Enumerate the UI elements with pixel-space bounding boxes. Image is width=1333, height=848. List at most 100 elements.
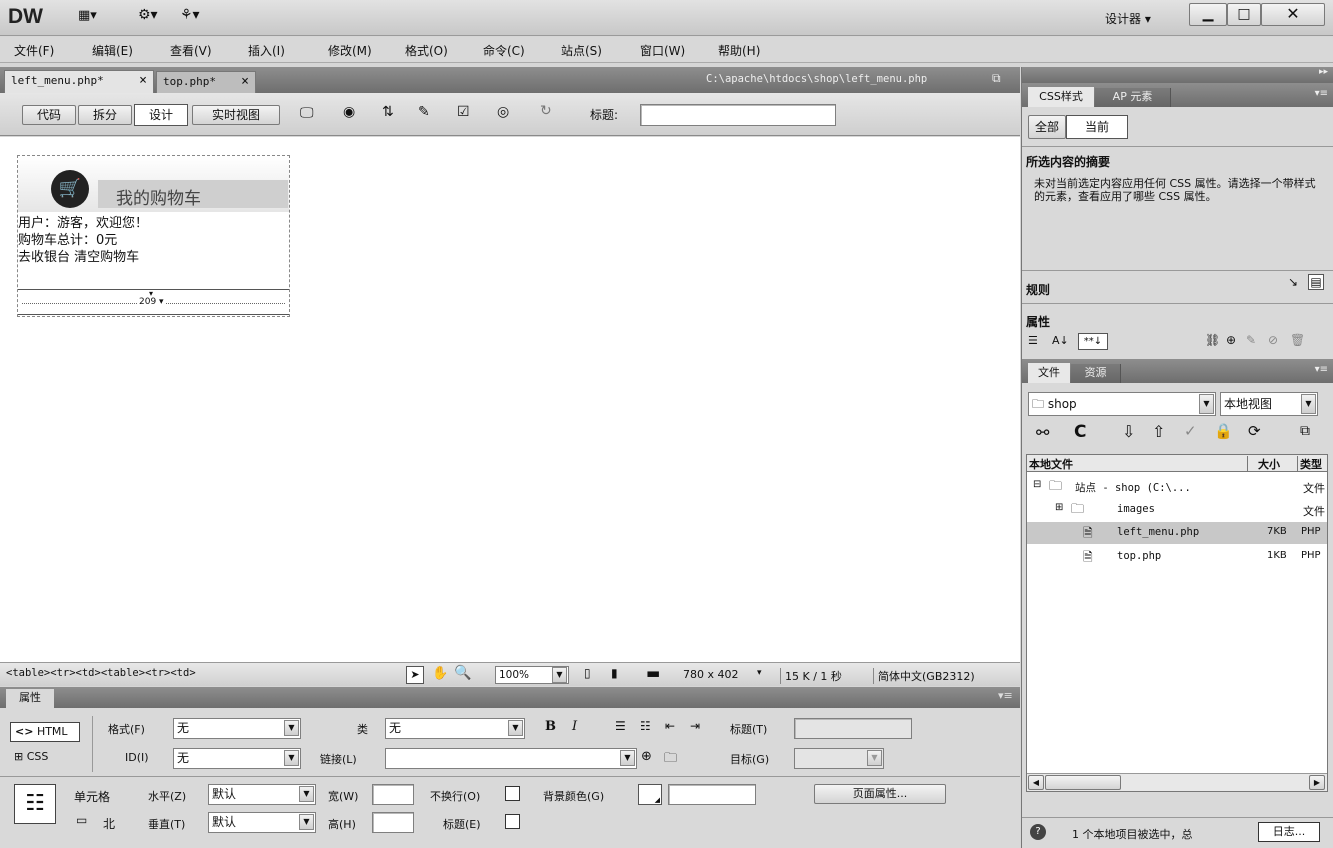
attach-style-icon[interactable]: ⛓ xyxy=(1205,333,1220,347)
tablet-size-icon[interactable]: ▮ xyxy=(611,666,618,680)
set-props-icon[interactable]: **↓ xyxy=(1078,333,1108,350)
file-management-icon[interactable]: ⇅ xyxy=(382,104,394,120)
extend-menu-icon[interactable]: ⚙▾ xyxy=(138,7,158,23)
log-button[interactable]: 日志... xyxy=(1258,822,1320,842)
html-mode-button[interactable]: <> HTML xyxy=(10,722,80,742)
table-width-label[interactable]: 209 ▾ xyxy=(137,297,166,307)
target-select[interactable]: ▼ xyxy=(794,748,884,769)
nowrap-checkbox[interactable] xyxy=(505,786,520,801)
help-icon[interactable]: ? xyxy=(1030,824,1046,840)
view-code-button[interactable]: 代码 xyxy=(22,105,76,125)
italic-button[interactable]: I xyxy=(572,719,577,734)
validate-icon[interactable]: ☑ xyxy=(457,104,470,120)
show-cascade-icon[interactable]: ▤ xyxy=(1308,274,1324,290)
edit-rule-icon[interactable]: ✎ xyxy=(1246,333,1256,347)
collapse-tree-icon[interactable]: ⊟ xyxy=(1033,479,1041,490)
expand-tree-icon[interactable]: ⊞ xyxy=(1055,502,1063,513)
col-local-files[interactable]: 本地文件 xyxy=(1029,456,1073,472)
visual-aids-icon[interactable]: ✎ xyxy=(418,104,430,120)
menu-view[interactable]: 查看(V) xyxy=(170,42,212,59)
width-input[interactable] xyxy=(372,784,414,805)
disable-icon[interactable]: ⊘ xyxy=(1268,333,1278,347)
scroll-right-icon[interactable]: ▶ xyxy=(1309,775,1325,790)
sync-icon[interactable]: ⟳ xyxy=(1248,422,1261,440)
cart-actions-line[interactable]: 去收银台 清空购物车 xyxy=(18,250,139,266)
design-canvas[interactable]: 🛒 我的购物车 用户：游客，欢迎您！ 购物车总计：0元 去收银台 清空购物车 ▾… xyxy=(0,137,1020,662)
checkout-icon[interactable]: ✓ xyxy=(1184,422,1197,440)
view-split-button[interactable]: 拆分 xyxy=(78,105,132,125)
expand-icon[interactable]: ⧉ xyxy=(1300,423,1310,439)
switch-view-icon[interactable]: ↘ xyxy=(1288,275,1298,289)
browse-folder-icon[interactable]: 🗀 xyxy=(664,749,677,771)
class-select[interactable]: 无 ▼ xyxy=(385,718,525,739)
point-to-file-icon[interactable]: ⊕ xyxy=(641,749,652,764)
menu-file[interactable]: 文件(F) xyxy=(14,42,54,59)
cart-table[interactable]: 🛒 我的购物车 用户：游客，欢迎您！ 购物车总计：0元 去收银台 清空购物车 ▾… xyxy=(17,155,290,317)
file-row-site[interactable]: ⊟ 🗀 站点 - shop (C:\... 文件 xyxy=(1027,477,1327,497)
horiz-select[interactable]: 默认 ▼ xyxy=(208,784,316,805)
connect-icon[interactable]: ⚯ xyxy=(1036,423,1049,442)
menu-site[interactable]: 站点(S) xyxy=(561,42,602,59)
new-rule-icon[interactable]: ⊕ xyxy=(1226,333,1236,347)
scroll-left-icon[interactable]: ◀ xyxy=(1028,775,1044,790)
menu-insert[interactable]: 插入(I) xyxy=(248,42,285,59)
refresh-icon[interactable]: ↻ xyxy=(540,103,552,119)
panel-menu-icon[interactable]: ▾≡ xyxy=(1315,88,1328,99)
tab-ap-elements[interactable]: AP 元素 xyxy=(1095,88,1171,107)
delete-icon[interactable]: 🗑 xyxy=(1290,333,1305,347)
tab-assets[interactable]: 资源 xyxy=(1071,364,1121,383)
height-input[interactable] xyxy=(372,812,414,833)
window-size[interactable]: 780 x 402 xyxy=(683,668,739,681)
zoom-select[interactable]: 100% ▼ xyxy=(495,666,569,684)
file-row-left-menu[interactable]: 🗎 left_menu.php 7KB PHP xyxy=(1027,522,1327,544)
menu-window[interactable]: 窗口(W) xyxy=(640,42,685,59)
properties-tab[interactable]: 属性 xyxy=(6,689,54,708)
col-size[interactable]: 大小 xyxy=(1247,456,1297,472)
mobile-size-icon[interactable]: ▯ xyxy=(584,666,591,680)
maximize-button[interactable]: □ xyxy=(1227,3,1261,26)
outdent-icon[interactable]: ⇤ xyxy=(665,719,675,733)
restore-doc-icon[interactable]: ⧉ xyxy=(992,71,1001,86)
hand-tool-icon[interactable]: ✋ xyxy=(432,666,448,681)
refresh-files-icon[interactable]: C xyxy=(1074,422,1086,442)
zoom-tool-icon[interactable]: 🔍 xyxy=(454,665,471,681)
menu-commands[interactable]: 命令(C) xyxy=(483,42,525,59)
site-select[interactable]: 🗀 shop ▼ xyxy=(1028,392,1216,416)
mode-all-button[interactable]: 全部 xyxy=(1028,115,1066,139)
pointer-tool-icon[interactable]: ➤ xyxy=(406,666,424,684)
close-button[interactable]: ✕ xyxy=(1261,3,1325,26)
doc-tab-left-menu[interactable]: left_menu.php* × xyxy=(4,70,154,93)
browser-preview-icon[interactable]: ◉ xyxy=(343,104,355,120)
id-select[interactable]: 无 ▼ xyxy=(173,748,301,769)
doc-tab-close-icon[interactable]: × xyxy=(241,72,249,92)
col-type[interactable]: 类型 xyxy=(1297,456,1327,472)
file-row-top[interactable]: 🗎 top.php 1KB PHP xyxy=(1027,546,1327,568)
header-checkbox[interactable] xyxy=(505,814,520,829)
vert-select[interactable]: 默认 ▼ xyxy=(208,812,316,833)
panel-options-icon[interactable]: ▾≡ xyxy=(998,689,1013,702)
css-mode-button[interactable]: ⊞ CSS xyxy=(14,748,76,768)
menu-edit[interactable]: 编辑(E) xyxy=(92,42,133,59)
bold-button[interactable]: B xyxy=(545,719,556,734)
tag-selector[interactable]: <table><tr><td><table><tr><td> xyxy=(6,667,196,679)
desktop-size-icon[interactable]: ▬ xyxy=(646,664,660,682)
bg-color-input[interactable] xyxy=(668,784,756,805)
minimize-button[interactable]: ▁ xyxy=(1189,3,1227,26)
ordered-list-icon[interactable]: ☷ xyxy=(640,719,651,733)
format-select[interactable]: 无 ▼ xyxy=(173,718,301,739)
site-menu-icon[interactable]: ⚘▾ xyxy=(180,7,200,23)
menu-format[interactable]: 格式(O) xyxy=(405,42,448,59)
tab-files[interactable]: 文件 xyxy=(1028,363,1070,383)
doc-tab-top[interactable]: top.php* × xyxy=(156,71,256,93)
scroll-thumb[interactable] xyxy=(1045,775,1121,790)
view-design-button[interactable]: 设计 xyxy=(134,104,188,126)
unordered-list-icon[interactable]: ☰ xyxy=(615,719,626,733)
page-title-input[interactable] xyxy=(640,104,836,126)
mode-current-button[interactable]: 当前 xyxy=(1066,115,1128,139)
title-field-input[interactable] xyxy=(794,718,912,739)
file-row-images[interactable]: ⊞ 🗀 images 文件 xyxy=(1027,500,1327,520)
panel-menu-icon[interactable]: ▾≡ xyxy=(1315,364,1328,375)
checkin-icon[interactable]: 🔒 xyxy=(1214,422,1233,440)
tab-css-styles[interactable]: CSS样式 xyxy=(1028,87,1094,107)
category-view-icon[interactable]: ☰ xyxy=(1028,334,1038,347)
